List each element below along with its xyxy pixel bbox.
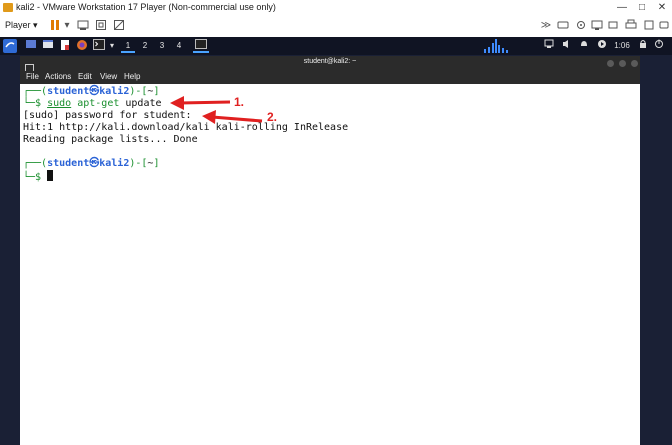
annotation-step-2: 2. <box>267 110 278 124</box>
arrow-2 <box>202 110 263 124</box>
arrow-1 <box>170 96 231 110</box>
annotation-step-1: 1. <box>234 95 245 109</box>
annotation-overlay <box>170 96 263 124</box>
